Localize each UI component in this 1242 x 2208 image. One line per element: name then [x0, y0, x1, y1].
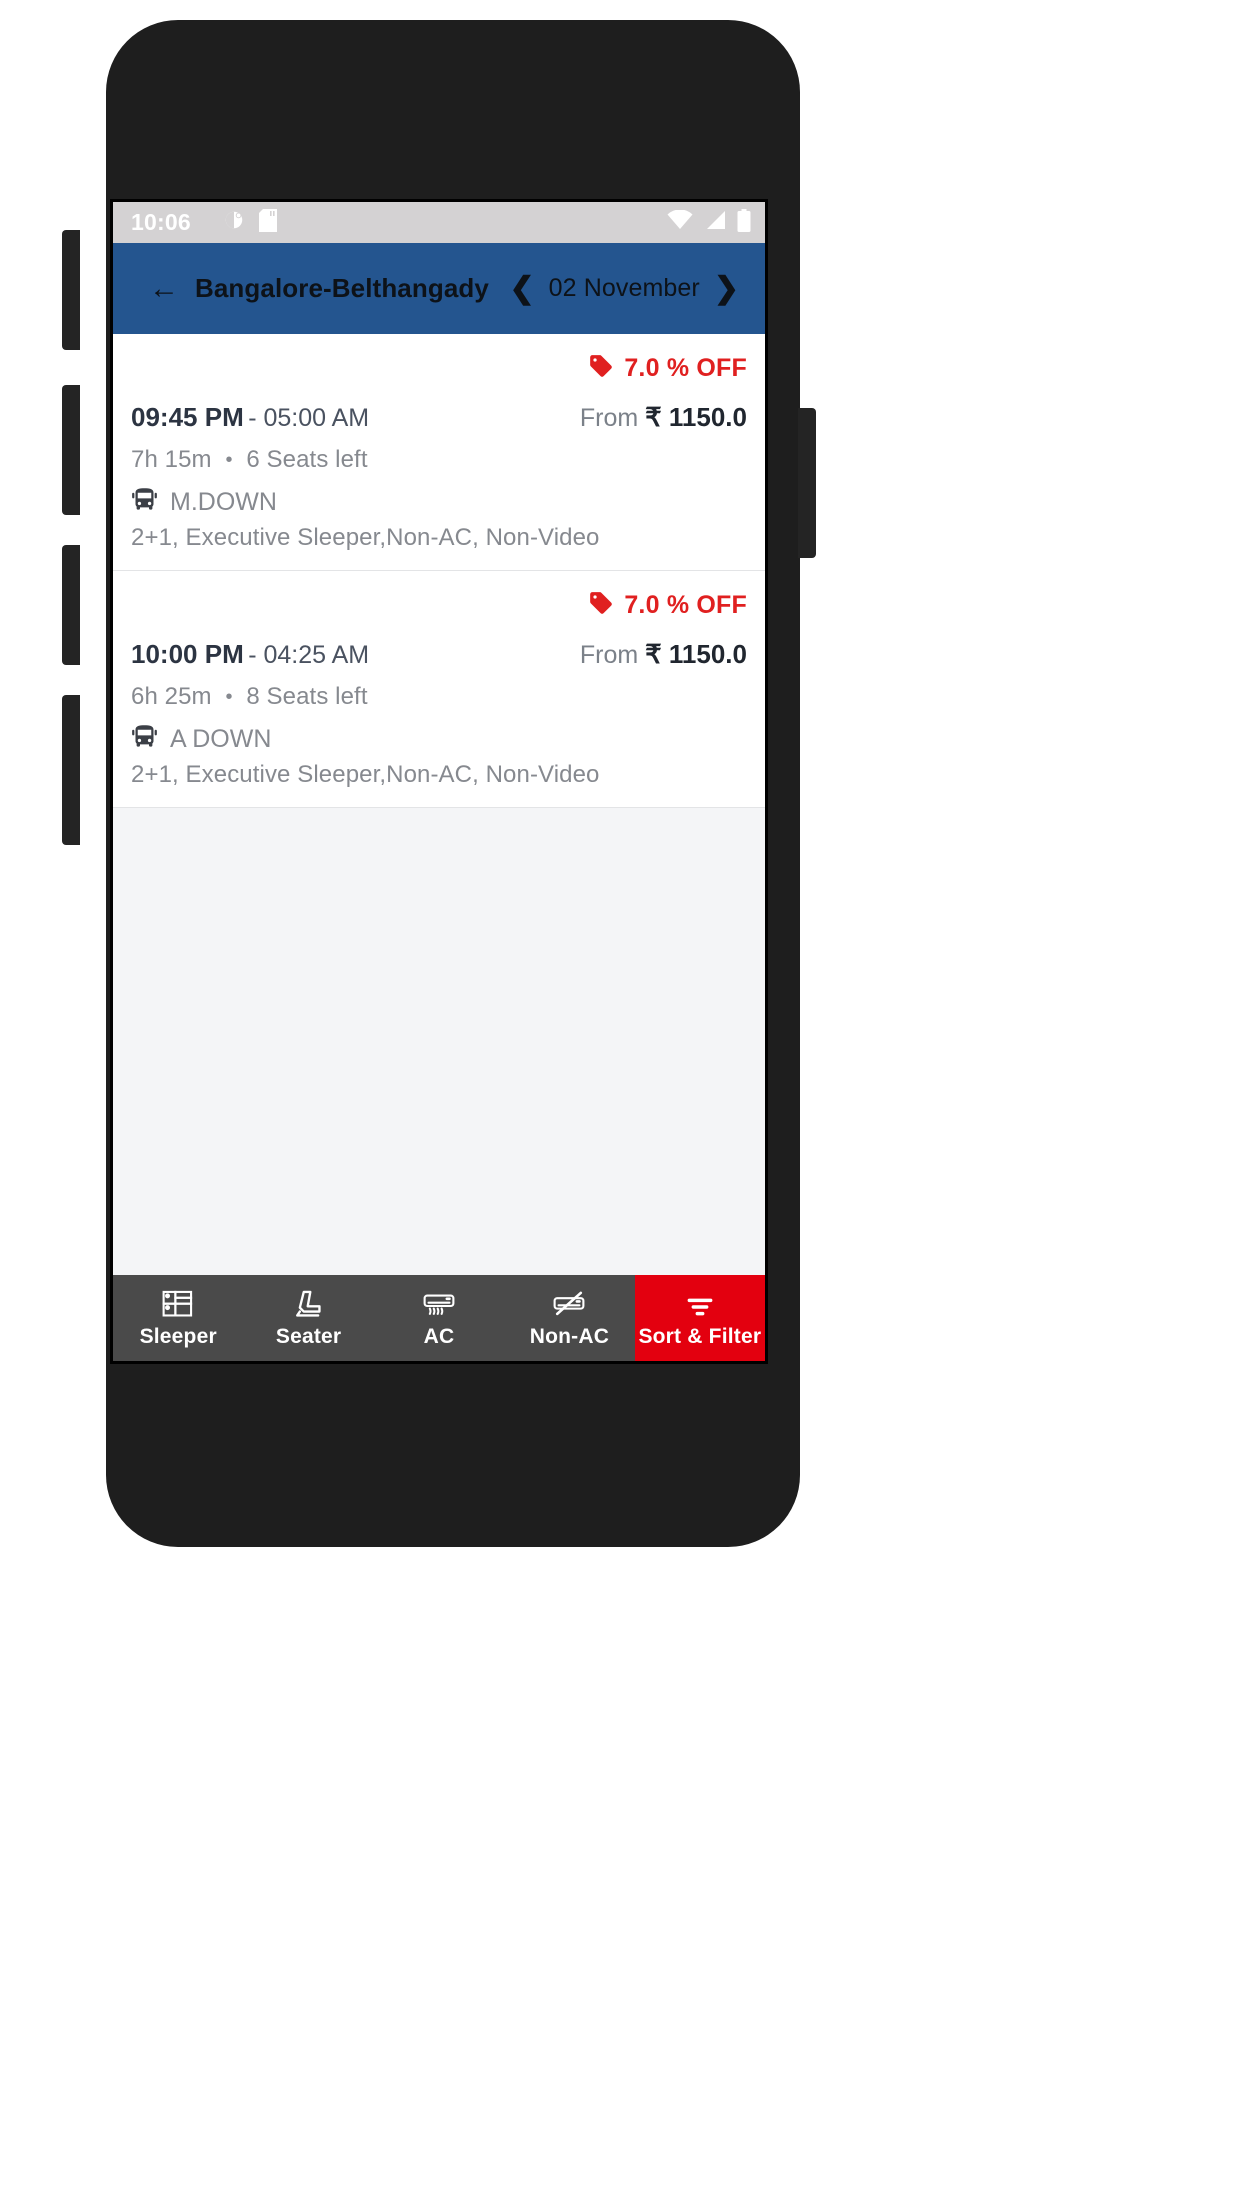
time-price-row: 10:00 PM - 04:25 AM From ₹ 1150.0: [131, 639, 747, 670]
duration-seats-row: 7h 15m • 6 Seats left: [131, 446, 747, 474]
filter-bar: Sleeper Seater AC Non-AC Sort & Filter: [113, 1275, 765, 1361]
amenities-label: 2+1, Executive Sleeper,Non-AC, Non-Video: [131, 524, 600, 551]
sort-and-filter-button[interactable]: Sort & Filter: [634, 1275, 765, 1361]
seats-left-label: 8 Seats left: [246, 683, 368, 710]
arrival-time: - 04:25 AM: [248, 641, 370, 669]
filter-non-ac[interactable]: Non-AC: [504, 1275, 634, 1361]
sleeper-berth-icon: [161, 1287, 195, 1321]
screen-rotation-icon: [223, 209, 245, 236]
journey-times: 10:00 PM - 04:25 AM: [131, 639, 369, 670]
filter-icon: [684, 1287, 716, 1321]
departure-time: 09:45 PM: [131, 402, 244, 432]
seat-icon: [292, 1287, 326, 1321]
wifi-icon: [667, 209, 693, 235]
offer-row: 7.0 % OFF: [131, 585, 747, 625]
price-block: From ₹ 1150.0: [580, 402, 747, 433]
operator-row: M.DOWN: [131, 486, 747, 518]
android-nav-bar: [113, 1361, 765, 1364]
duration-label: 7h 15m: [131, 446, 212, 473]
status-bar: 10:06: [113, 202, 765, 243]
app-bar: ← Bangalore-Belthangady ❮ 02 November ❯: [113, 243, 765, 334]
journey-times: 09:45 PM - 05:00 AM: [131, 402, 369, 433]
phone-side-button-3[interactable]: [62, 545, 80, 665]
filter-sleeper[interactable]: Sleeper: [113, 1275, 243, 1361]
price-prefix: From: [579, 641, 639, 669]
seats-left-label: 6 Seats left: [246, 446, 368, 473]
phone-side-button-2[interactable]: [62, 385, 80, 515]
departure-time: 10:00 PM: [131, 639, 244, 669]
dot-separator: •: [225, 449, 233, 472]
discount-label: 7.0 % OFF: [624, 353, 747, 382]
cell-signal-icon: [704, 210, 726, 235]
offer-row: 7.0 % OFF: [131, 348, 747, 388]
chevron-left-icon[interactable]: ❮: [500, 273, 545, 304]
screenshot-stage: 10:06 ← Bangalore-Belthangady ❮ 02 Novem…: [0, 0, 1242, 2208]
selected-date[interactable]: 02 November: [549, 274, 700, 303]
phone-screen: 10:06 ← Bangalore-Belthangady ❮ 02 Novem…: [110, 199, 768, 1364]
filter-seater[interactable]: Seater: [243, 1275, 373, 1361]
operator-row: A DOWN: [131, 723, 747, 755]
filter-non-ac-label: Non-AC: [529, 1325, 610, 1348]
phone-power-button[interactable]: [798, 408, 816, 558]
price-prefix: From: [579, 404, 639, 432]
bus-icon: [131, 723, 158, 755]
back-arrow-icon[interactable]: ←: [149, 273, 179, 304]
bus-result-card[interactable]: 7.0 % OFF 09:45 PM - 05:00 AM From ₹ 115…: [113, 334, 765, 571]
dot-separator: •: [225, 686, 233, 709]
discount-tag-icon: [588, 590, 614, 621]
status-bar-right: [667, 208, 751, 237]
operator-name: M.DOWN: [170, 487, 277, 516]
chevron-right-icon[interactable]: ❯: [704, 273, 749, 304]
filter-ac-label: AC: [423, 1325, 455, 1348]
discount-tag-icon: [588, 353, 614, 384]
status-bar-clock: 10:06: [131, 209, 191, 235]
bus-results-list[interactable]: 7.0 % OFF 09:45 PM - 05:00 AM From ₹ 115…: [113, 334, 765, 1361]
bus-icon: [131, 486, 158, 518]
amenities-label: 2+1, Executive Sleeper,Non-AC, Non-Video: [131, 761, 600, 788]
status-bar-left: 10:06: [131, 208, 667, 237]
filter-seater-label: Seater: [275, 1325, 342, 1348]
operator-name: A DOWN: [170, 724, 272, 753]
air-conditioner-icon: [422, 1287, 456, 1321]
phone-side-button-4[interactable]: [62, 695, 80, 845]
app-bar-left: ← Bangalore-Belthangady: [149, 273, 500, 304]
sort-and-filter-label: Sort & Filter: [638, 1325, 762, 1348]
arrival-time: - 05:00 AM: [248, 404, 370, 432]
price-value: ₹ 1150.0: [645, 639, 747, 669]
price-value: ₹ 1150.0: [645, 402, 747, 432]
page-title: Bangalore-Belthangady: [195, 273, 489, 303]
phone-side-button-1[interactable]: [62, 230, 80, 350]
duration-label: 6h 25m: [131, 683, 212, 710]
duration-seats-row: 6h 25m • 8 Seats left: [131, 683, 747, 711]
discount-label: 7.0 % OFF: [624, 590, 747, 619]
filter-ac[interactable]: AC: [374, 1275, 504, 1361]
bus-result-card[interactable]: 7.0 % OFF 10:00 PM - 04:25 AM From ₹ 115…: [113, 571, 765, 808]
price-block: From ₹ 1150.0: [580, 639, 747, 670]
time-price-row: 09:45 PM - 05:00 AM From ₹ 1150.0: [131, 402, 747, 433]
air-conditioner-off-icon: [552, 1287, 586, 1321]
filter-sleeper-label: Sleeper: [139, 1325, 217, 1348]
sd-card-icon: [258, 208, 277, 237]
battery-icon: [737, 208, 751, 237]
date-navigator: ❮ 02 November ❯: [500, 273, 749, 304]
